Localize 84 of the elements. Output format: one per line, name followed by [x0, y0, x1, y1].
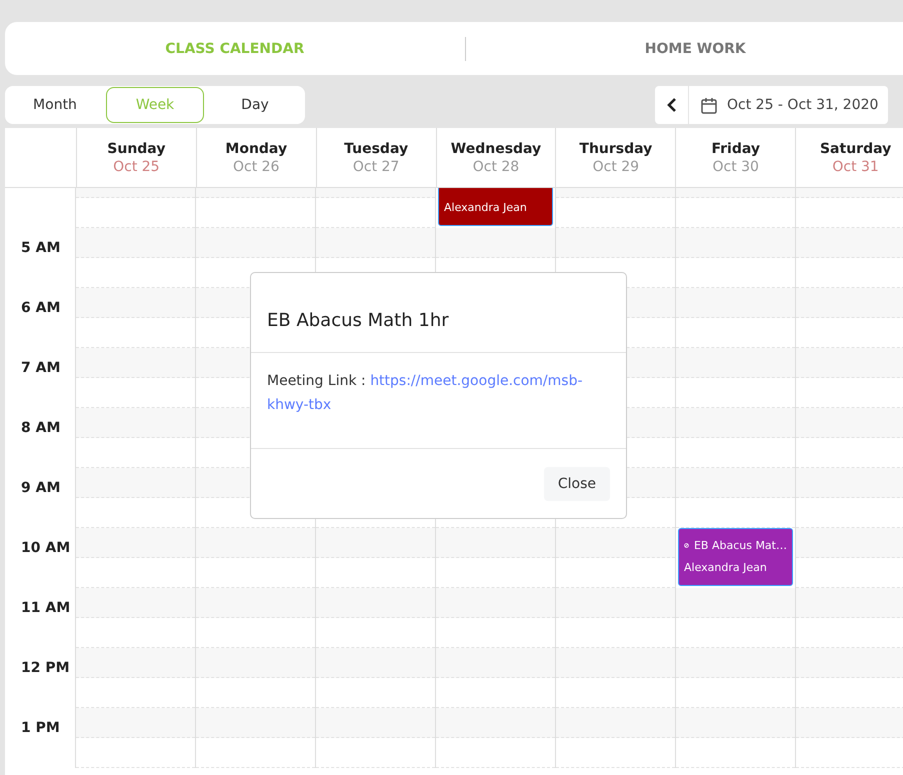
time-slot[interactable]: [76, 648, 195, 678]
close-button[interactable]: Close: [544, 466, 610, 500]
hour-label: 12 PM: [21, 660, 70, 676]
time-slot[interactable]: [76, 528, 195, 558]
day-date: Oct 31: [832, 158, 879, 174]
time-slot[interactable]: [556, 228, 675, 258]
time-slot[interactable]: [676, 408, 795, 438]
hour-label: 9 AM: [21, 480, 60, 496]
time-slot[interactable]: [76, 708, 195, 738]
hour-label: 7 AM: [21, 360, 60, 376]
time-slot[interactable]: [796, 288, 903, 318]
calendar-event[interactable]: EB Abacus Mat… Alexandra Jean: [678, 528, 793, 586]
day-date: Oct 30: [712, 158, 759, 174]
time-slot[interactable]: [316, 528, 435, 558]
time-slot[interactable]: [76, 228, 195, 258]
time-slot[interactable]: [436, 708, 555, 738]
hour-label: 11 AM: [21, 600, 70, 616]
calendar-icon: [701, 96, 717, 114]
time-slot[interactable]: [196, 228, 315, 258]
dialog-title: EB Abacus Math 1hr: [267, 310, 449, 331]
day-name: Thursday: [579, 140, 652, 156]
time-slot[interactable]: [556, 648, 675, 678]
day-name: Tuesday: [344, 140, 408, 156]
time-slot[interactable]: [556, 588, 675, 618]
day-name: Saturday: [820, 140, 892, 156]
event-person: Alexandra Jean: [444, 201, 528, 214]
day-date: Oct 28: [472, 158, 520, 174]
time-slot[interactable]: [796, 528, 903, 558]
time-slot[interactable]: [436, 588, 555, 618]
tab[interactable]: HOME WORK: [466, 22, 903, 75]
time-slot[interactable]: [556, 708, 675, 738]
time-slot[interactable]: [436, 528, 555, 558]
time-slot[interactable]: [316, 648, 435, 678]
hour-label: 6 AM: [21, 300, 60, 316]
time-slot[interactable]: [436, 228, 555, 258]
time-slot[interactable]: [676, 648, 795, 678]
time-slot[interactable]: [796, 228, 903, 258]
day-date: Oct 26: [232, 158, 280, 174]
meeting-link-text: Meeting Link : https://meet.google.com/msb-khwy-tbx: [267, 372, 584, 415]
time-slot[interactable]: [796, 408, 903, 438]
time-slot[interactable]: [196, 588, 315, 618]
time-slot[interactable]: [676, 468, 795, 498]
time-slot[interactable]: [676, 588, 795, 618]
previous-button[interactable]: [655, 86, 689, 124]
day-date: Oct 27: [352, 158, 400, 174]
time-slot[interactable]: [76, 468, 195, 498]
day-name: Friday: [711, 140, 760, 156]
time-slot[interactable]: [796, 708, 903, 738]
time-slot[interactable]: [676, 228, 795, 258]
time-slot[interactable]: [196, 648, 315, 678]
day-name: Wednesday: [450, 140, 542, 156]
time-slot[interactable]: [676, 288, 795, 318]
time-slot[interactable]: [436, 648, 555, 678]
time-slot[interactable]: [796, 588, 903, 618]
calendar-event[interactable]: Alexandra Jean: [438, 188, 553, 226]
time-slot[interactable]: [676, 708, 795, 738]
day-name: Monday: [225, 140, 288, 156]
time-slot[interactable]: [76, 288, 195, 318]
hour-label: 5 AM: [21, 240, 60, 256]
chevron-left-icon: [666, 98, 676, 112]
view-tab[interactable]: Day: [206, 87, 304, 123]
time-slot[interactable]: [316, 228, 435, 258]
day-date: Oct 25: [113, 158, 160, 174]
time-slot[interactable]: [796, 648, 903, 678]
time-slot[interactable]: [196, 708, 315, 738]
time-slot[interactable]: [796, 348, 903, 378]
time-slot[interactable]: [76, 348, 195, 378]
time-slot[interactable]: [196, 528, 315, 558]
time-slot[interactable]: [316, 708, 435, 738]
date-range-button[interactable]: Oct 25 - Oct 31, 2020: [689, 86, 888, 124]
day-date: Oct 29: [592, 158, 640, 174]
time-slot[interactable]: [796, 468, 903, 498]
view-tab[interactable]: Month: [6, 87, 104, 123]
time-slot[interactable]: [316, 588, 435, 618]
event-person: Alexandra Jean: [684, 561, 768, 574]
time-slot[interactable]: [76, 408, 195, 438]
hour-label: 10 AM: [21, 540, 70, 556]
hour-label: 1 PM: [21, 720, 60, 736]
time-slot[interactable]: [676, 348, 795, 378]
time-slot[interactable]: [556, 528, 675, 558]
event-title: EB Abacus Mat…: [694, 539, 787, 552]
day-name: Sunday: [107, 140, 166, 156]
hour-label: 8 AM: [21, 420, 60, 436]
time-slot[interactable]: [76, 588, 195, 618]
